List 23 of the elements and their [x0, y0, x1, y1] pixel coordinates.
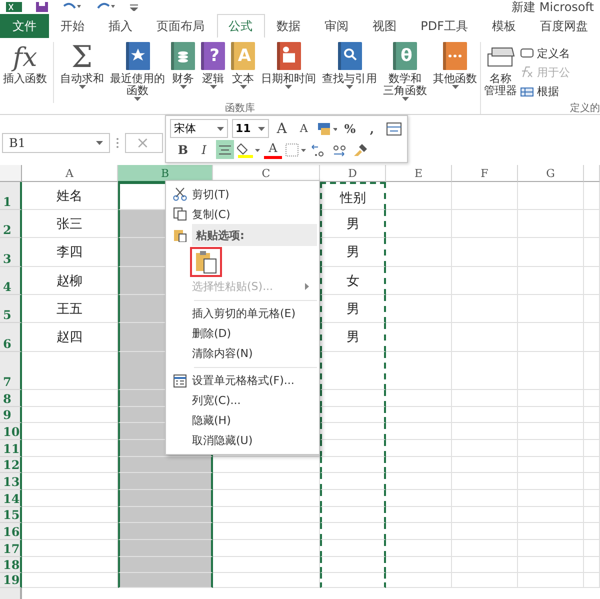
- book-icon: ?: [201, 42, 225, 70]
- book-icon: A: [231, 42, 255, 70]
- button-label: 自动求和: [60, 73, 104, 85]
- button-label: 插入函数: [3, 73, 47, 85]
- button-label: 文本: [232, 73, 254, 85]
- button-label: 数学和: [388, 73, 422, 85]
- button-label: 日期和时间: [261, 73, 316, 85]
- button-label: 管理器: [484, 85, 517, 97]
- function-icon: fx: [12, 42, 38, 73]
- button-label: 最近使用的: [110, 73, 165, 85]
- group-label: 定义的: [569, 103, 600, 114]
- button-label: 查找与引用: [322, 73, 377, 85]
- button-label: 财务: [172, 73, 194, 85]
- button-label: 逻辑: [202, 73, 224, 85]
- sum-icon: Σ: [71, 42, 93, 73]
- button-label: 三角函数: [383, 85, 427, 97]
- menu-section-header: 粘贴选项:: [192, 224, 317, 246]
- button-label: 函数: [126, 85, 148, 97]
- button-label: 名称: [490, 73, 512, 85]
- button-label: 其他函数: [433, 73, 477, 85]
- book-icon: θ: [393, 42, 417, 70]
- window-title: 新建 Microsoft: [512, 1, 594, 13]
- group-label: 函数库: [224, 103, 256, 114]
